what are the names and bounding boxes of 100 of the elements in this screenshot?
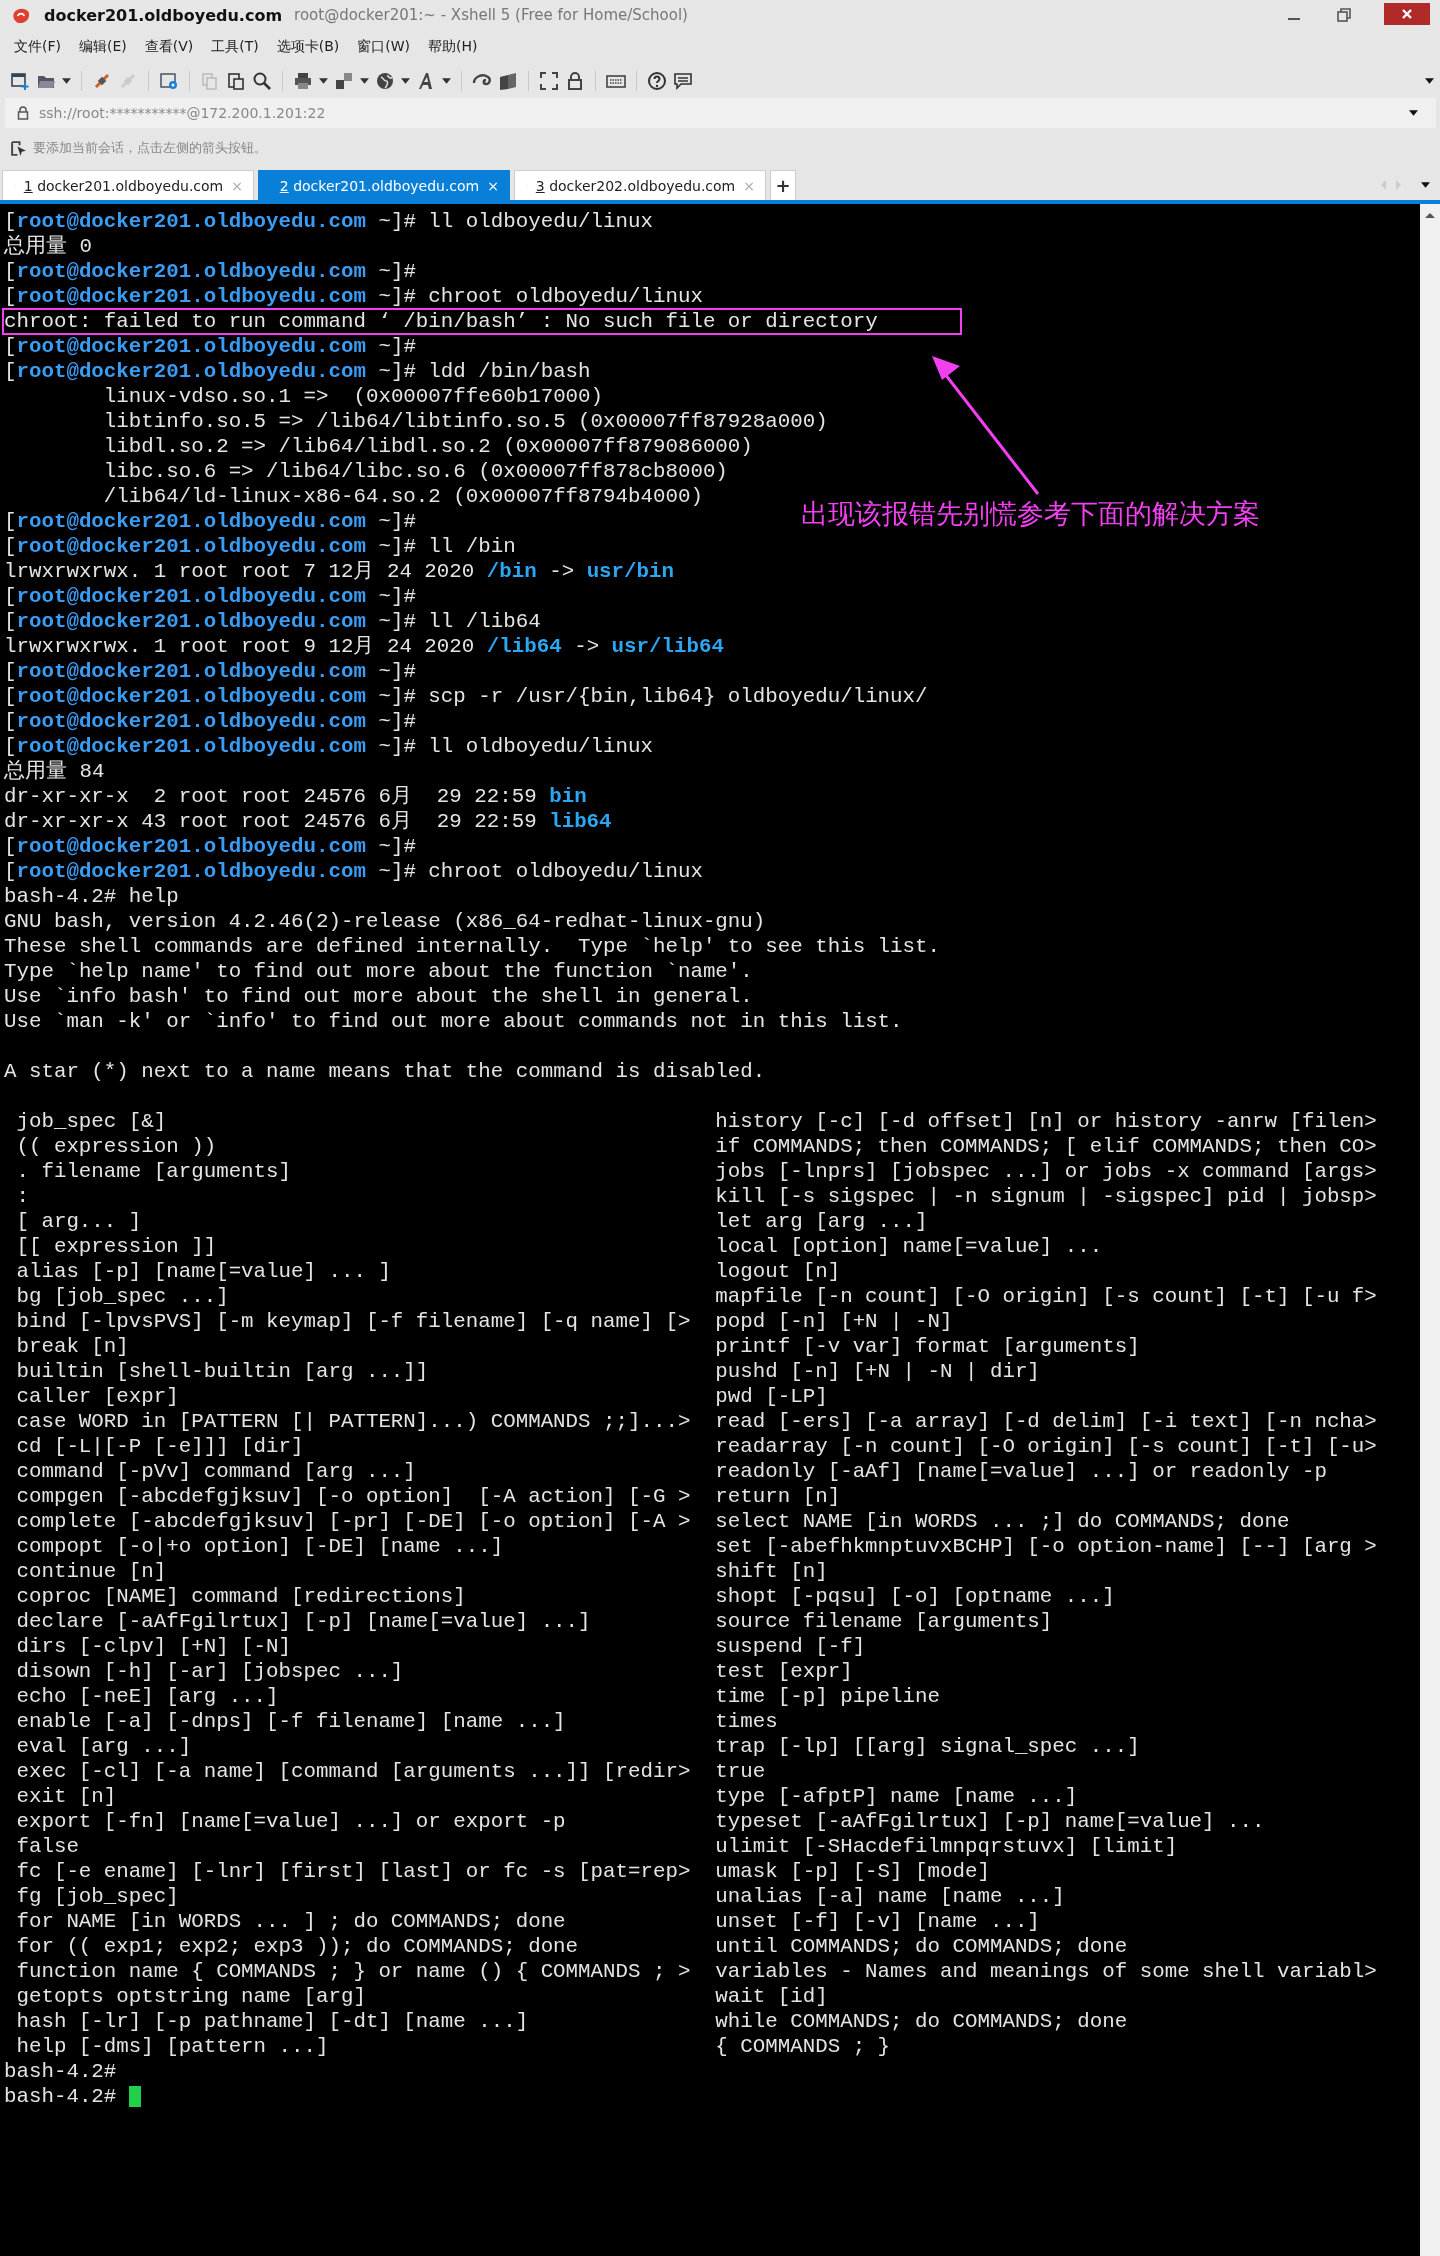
caret-icon [1409,109,1418,117]
help-entry: read [-ers] [-a array] [-d delim] [-i text] [-n ncha> [715,1409,1377,1434]
caret-icon[interactable] [360,77,369,85]
help-entry: pwd [-LP] [715,1384,828,1409]
new-window-icon[interactable] [10,71,30,91]
help-entry: popd [-n] [+N | -N] [715,1309,953,1334]
help-entry: dirs [-clpv] [+N] [-N] [15,1634,292,1659]
book-icon[interactable] [498,71,518,91]
new-tab-button[interactable]: + [770,170,796,200]
help-entry: coproc [NAME] command [redirections] [15,1584,466,1609]
terminal-line: [root@docker201.oldboyedu.com ~]# ll /bin [4,534,516,559]
session-tab[interactable]: 3 docker202.oldboyedu.com × [514,170,766,200]
help-entry: export [-fn] [name[=value] ...] or export -p [15,1809,566,1834]
plug-icon[interactable] [92,71,112,91]
help-entry: umask [-p] [-S] [mode] [715,1859,990,1884]
session-tab[interactable]: 2 docker201.oldboyedu.com × [258,170,510,200]
restore-icon[interactable] [1334,5,1354,25]
caret-icon[interactable] [319,77,328,85]
help-entry: suspend [-f] [715,1634,866,1659]
help-entry: true [715,1759,766,1784]
help-entry: command [-pVv] command [arg ...] [15,1459,416,1484]
terminal-line: [root@docker201.oldboyedu.com ~]# [4,259,416,284]
help-entry: until COMMANDS; do COMMANDS; done [715,1934,1128,1959]
menu-item[interactable]: 查看(V) [144,38,194,56]
help-entry: kill [-s sigspec | -n signum | -sigspec] pid | jobsp> [715,1184,1377,1209]
terminal-line: lrwxrwxrwx. 1 root root 7 12月 24 2020 /bin -> usr/bin [4,559,674,584]
menu-item[interactable]: 选项卡(B) [276,38,340,56]
terminal-line: bash-4.2# help [4,884,179,909]
help-entry: printf [-v var] format [arguments] [715,1334,1140,1359]
arrow-icon[interactable] [10,139,27,157]
tab-close-button[interactable]: × [487,177,499,194]
printer-icon[interactable] [293,71,313,91]
globe-icon[interactable] [375,71,395,91]
terminal-line: [root@docker201.oldboyedu.com ~]# ll /lib64 [4,609,541,634]
help-entry: mapfile [-n count] [-O origin] [-s count] [-t] [-u f> [715,1284,1377,1309]
help-entry: compopt [-o|+o option] [-DE] [name ...] [15,1534,504,1559]
help-entry: local [option] name[=value] ... [715,1234,1103,1259]
menu-item[interactable]: 文件(F) [14,38,61,56]
menu-item[interactable]: 工具(T) [211,38,259,56]
help-entry: break [n] [15,1334,129,1359]
help-entry: bg [job_spec ...] [15,1284,229,1309]
terminal-line: lrwxrwxrwx. 1 root root 9 12月 24 2020 /lib64 -> usr/lib64 [4,634,724,659]
help-entry: pushd [-n] [+N | -N | dir] [715,1359,1040,1384]
lock-icon[interactable] [565,71,585,91]
help-entry: : [15,1184,29,1209]
help-entry: bind [-lpvsPVS] [-m keymap] [-f filename] [-q name] [> [15,1309,691,1334]
menu-item[interactable]: 窗口(W) [357,38,411,56]
help-entry: variables - Names and meanings of some shell variabl> [715,1959,1377,1984]
terminal-line: 总用量 0 [4,234,92,259]
help-entry: let arg [arg ...] [715,1209,928,1234]
help-entry: [ arg... ] [15,1209,142,1234]
terminal-line: [root@docker201.oldboyedu.com ~]# ll oldboyedu/linux [4,209,653,234]
transfer-icon[interactable] [334,71,354,91]
help-entry: source filename [arguments] [715,1609,1053,1634]
help-entry: declare [-aAfFgilrtux] [-p] [name[=value] ...] [15,1609,591,1634]
hint-text: 要添加当前会话，点击左侧的箭头按钮。 [33,139,267,157]
help-entry: test [expr] [715,1659,853,1684]
caret-icon[interactable] [401,77,410,85]
help-entry: unset [-f] [-v] [name ...] [715,1909,1040,1934]
help-entry: { COMMANDS ; } [715,2034,891,2059]
chat-icon[interactable] [673,71,693,91]
terminal-line: dr-xr-xr-x 43 root root 24576 6月 29 22:59 lib64 [4,809,612,834]
paste-icon[interactable] [226,71,246,91]
help-entry: select NAME [in WORDS ... ;] do COMMANDS; done [715,1509,1290,1534]
help-entry: fc [-e ename] [-lnr] [first] [last] or fc -s [pat=rep> [15,1859,691,1884]
menu-item[interactable]: 帮助(H) [428,38,478,56]
help-entry: wait [id] [715,1984,828,2009]
fullscreen-icon[interactable] [539,71,559,91]
help-entry: time [-p] pipeline [715,1684,940,1709]
help-entry: caller [expr] [15,1384,179,1409]
menu-item[interactable]: 编辑(E) [79,38,127,56]
close-button[interactable] [1384,3,1430,25]
terminal-line: /lib64/ld-linux-x86-64.so.2 (0x00007ff8794b4000) [102,484,703,509]
help-icon[interactable] [647,71,667,91]
help-entry: hash [-lr] [-p pathname] [-dt] [name ...] [15,2009,529,2034]
session-tab[interactable]: 1 docker201.oldboyedu.com × [2,170,254,200]
help-entry: for (( exp1; exp2; exp3 )); do COMMANDS; done [15,1934,579,1959]
caret-icon[interactable] [1421,182,1430,189]
help-entry: false [15,1834,79,1859]
help-entry: getopts optstring name [arg] [15,1984,366,2009]
lock-icon [17,106,29,120]
help-entry: return [n] [715,1484,841,1509]
caret-icon[interactable] [62,77,71,85]
terminal-line: Use `man -k' or `info' to find out more about commands not in this list. [4,1009,903,1034]
help-entry: unalias [-a] name [name ...] [715,1884,1065,1909]
caret-icon[interactable] [442,77,451,85]
caret-icon[interactable] [1425,77,1434,85]
help-entry: job_spec [&] [15,1109,167,1134]
terminal-line: [root@docker201.oldboyedu.com ~]# scp -r /usr/{bin,lib64} oldboyedu/linux/ [4,684,928,709]
help-entry: exit [n] [15,1784,117,1809]
terminal-line: [root@docker201.oldboyedu.com ~]# [4,509,416,534]
search-icon[interactable] [252,71,272,91]
terminal-line: A star (*) next to a name means that the command is disabled. [4,1059,766,1084]
scroll-up-icon[interactable] [1425,212,1435,218]
help-entry: readonly [-aAf] [name[=value] ...] or readonly -p [715,1459,1327,1484]
help-entry: . filename [arguments] [15,1159,292,1184]
help-entry: disown [-h] [-ar] [jobspec ...] [15,1659,404,1684]
window-gear-icon[interactable] [159,71,179,91]
terminal-line: bash-4.2# [4,2084,117,2109]
help-entry: logout [n] [715,1259,841,1284]
